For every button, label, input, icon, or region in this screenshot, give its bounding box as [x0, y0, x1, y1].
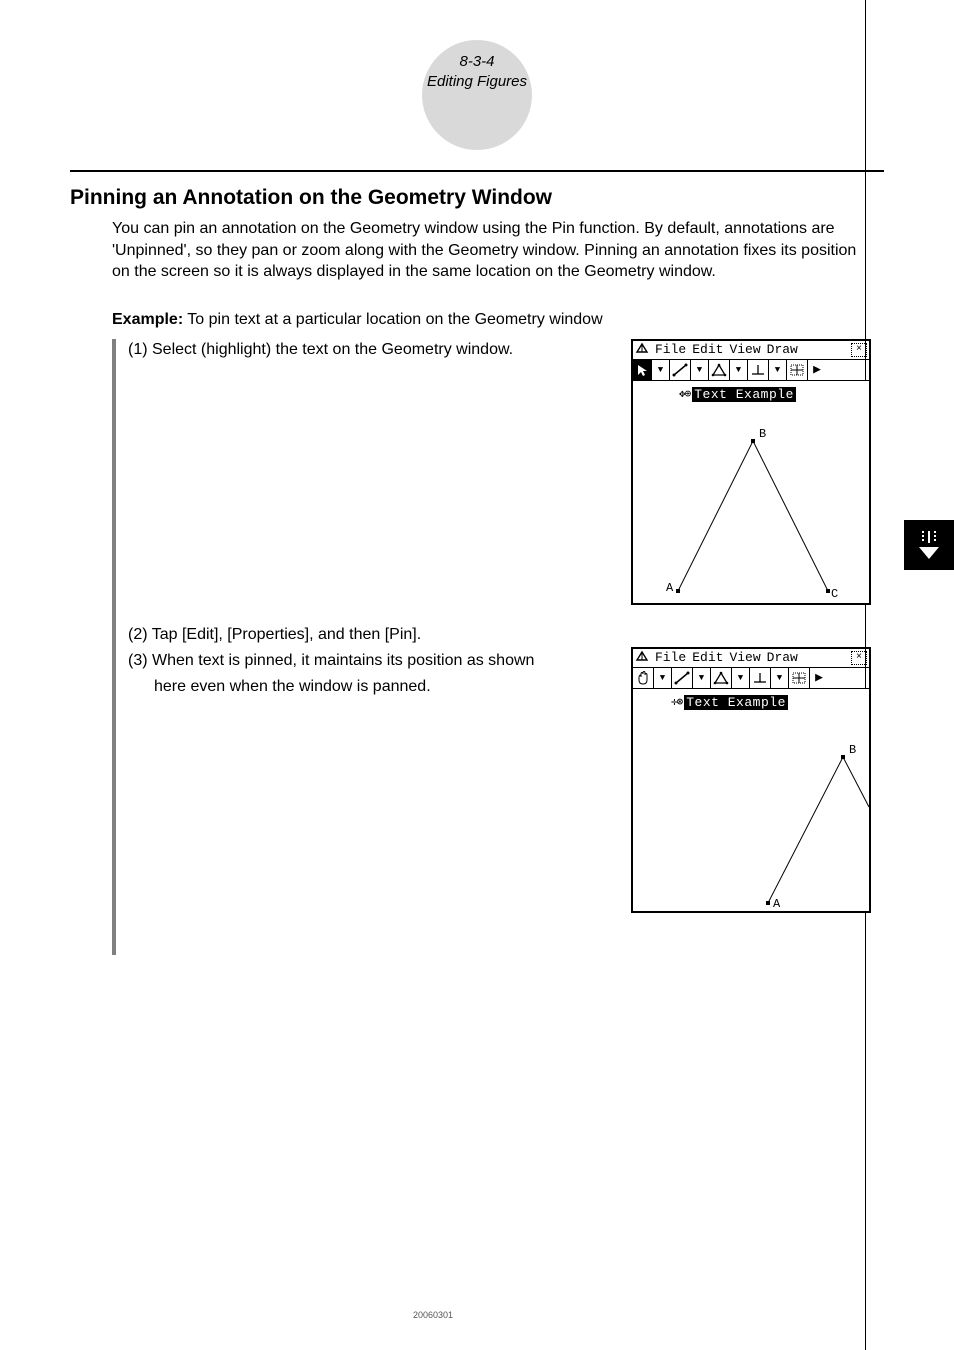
app-menu-icon[interactable]	[635, 342, 649, 358]
menubar: File Edit View Draw ×	[633, 649, 869, 668]
point-a-label: A	[666, 581, 673, 595]
perp-tool[interactable]	[750, 668, 771, 688]
menu-view[interactable]: View	[729, 650, 760, 665]
menu-draw[interactable]: Draw	[767, 342, 798, 357]
step-2: (2) Tap [Edit], [Properties], and then […	[128, 624, 607, 646]
menu-edit[interactable]: Edit	[692, 650, 723, 665]
point-b-label: B	[849, 743, 856, 757]
line-tool-dropdown[interactable]: ▼	[691, 360, 709, 380]
select-tool[interactable]	[633, 360, 652, 380]
app-menu-icon[interactable]	[635, 650, 649, 666]
chevron-down-icon: ▼	[738, 673, 743, 683]
grid-tool[interactable]	[787, 360, 808, 380]
select-tool-dropdown[interactable]: ▼	[652, 360, 670, 380]
example-label: Example:	[112, 311, 183, 328]
point-a-label: A	[773, 897, 780, 911]
pan-tool[interactable]	[633, 668, 654, 688]
toolbar: ▼ ▼ ▼ ▼	[633, 360, 869, 381]
example-line: Example: To pin text at a particular loc…	[112, 311, 869, 329]
close-icon: ×	[856, 653, 862, 663]
step-1: (1) Select (highlight) the text on the G…	[128, 339, 607, 361]
shape-tool-dropdown[interactable]: ▼	[730, 360, 748, 380]
menu-file[interactable]: File	[655, 650, 686, 665]
menu-draw[interactable]: Draw	[767, 650, 798, 665]
section-title: Editing Figures	[70, 72, 884, 92]
chevron-down-icon: ▼	[699, 673, 704, 683]
chevron-down-icon: ▼	[697, 365, 702, 375]
grid-tool[interactable]	[789, 668, 810, 688]
close-icon: ×	[856, 345, 862, 355]
line-tool[interactable]	[672, 668, 693, 688]
menu-file[interactable]: File	[655, 342, 686, 357]
page-title: Pinning an Annotation on the Geometry Wi…	[70, 186, 869, 210]
point-c-label: C	[831, 587, 838, 601]
screenshot-2: File Edit View Draw × ▼	[631, 647, 871, 913]
step-3-line1: (3) When text is pinned, it maintains it…	[128, 650, 607, 672]
example-text: To pin text at a particular location on …	[187, 311, 602, 328]
geometry-canvas[interactable]: ✛⊛ Text Example A B	[633, 689, 869, 911]
chevron-down-icon: ▼	[775, 365, 780, 375]
shape-tool[interactable]	[709, 360, 730, 380]
pan-tool-dropdown[interactable]: ▼	[654, 668, 672, 688]
chevron-down-icon: ▼	[736, 365, 741, 375]
screenshot-1: File Edit View Draw × ▼	[631, 339, 871, 605]
toolbar: ▼ ▼ ▼ ▼	[633, 668, 869, 689]
point-b-label: B	[759, 427, 766, 441]
perp-tool-dropdown[interactable]: ▼	[771, 668, 789, 688]
line-tool[interactable]	[670, 360, 691, 380]
line-tool-dropdown[interactable]: ▼	[693, 668, 711, 688]
intro-paragraph: You can pin an annotation on the Geometr…	[112, 218, 869, 283]
side-tab-badge	[904, 520, 954, 570]
align-down-icon	[913, 529, 945, 561]
perp-tool[interactable]	[748, 360, 769, 380]
toolbar-scroll-right[interactable]: ▶	[808, 360, 826, 380]
toolbar-scroll-right[interactable]: ▶	[810, 668, 828, 688]
menu-edit[interactable]: Edit	[692, 342, 723, 357]
figure-triangle-panned	[633, 689, 869, 911]
page-right-rule	[865, 0, 866, 1350]
geometry-canvas[interactable]: ✥⊕ Text Example A B C	[633, 381, 869, 603]
chevron-down-icon: ▼	[660, 673, 665, 683]
section-number: 8-3-4	[70, 52, 884, 72]
chevron-right-icon: ▶	[813, 362, 821, 377]
page-footer-code: 20060301	[0, 1310, 866, 1320]
chevron-down-icon: ▼	[777, 673, 782, 683]
chevron-right-icon: ▶	[815, 670, 823, 685]
figure-triangle	[633, 381, 869, 603]
menubar: File Edit View Draw ×	[633, 341, 869, 360]
menu-view[interactable]: View	[729, 342, 760, 357]
chevron-down-icon: ▼	[658, 365, 663, 375]
steps-list: (1) Select (highlight) the text on the G…	[112, 339, 607, 955]
shape-tool-dropdown[interactable]: ▼	[732, 668, 750, 688]
page-header: 8-3-4 Editing Figures	[70, 30, 884, 110]
step-3-line2: here even when the window is panned.	[128, 676, 607, 698]
shape-tool[interactable]	[711, 668, 732, 688]
perp-tool-dropdown[interactable]: ▼	[769, 360, 787, 380]
